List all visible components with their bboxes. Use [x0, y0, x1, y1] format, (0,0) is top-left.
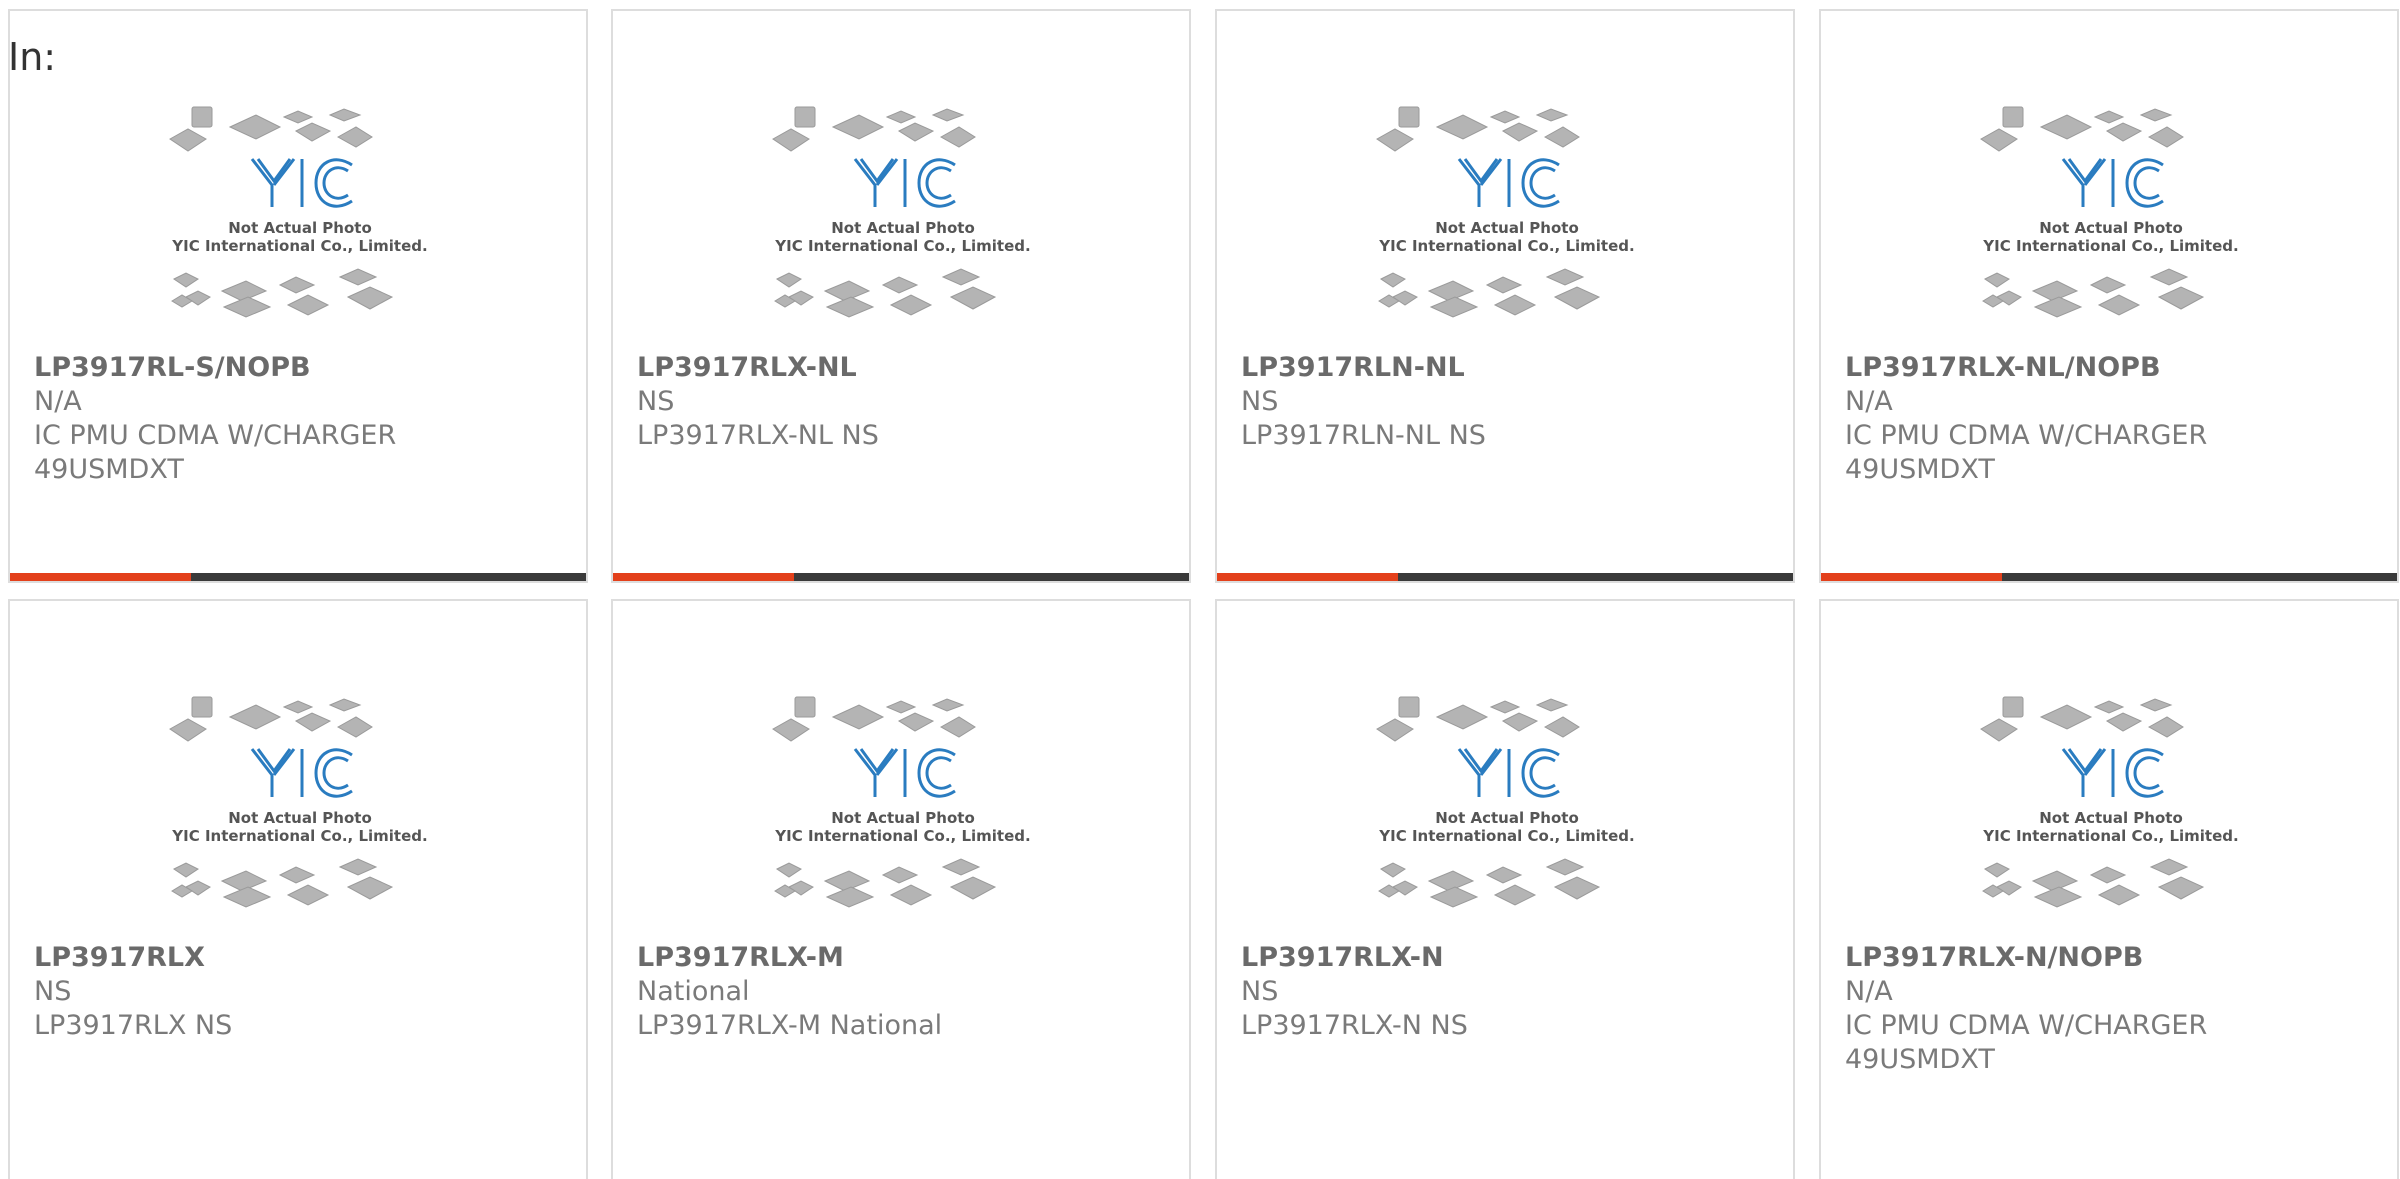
product-photo[interactable]: Not Actual Photo YIC International Co., … [162, 691, 438, 943]
product-detail-line: NS [34, 976, 72, 1007]
product-detail-line: 49USMDXT [34, 454, 184, 485]
product-detail-line: N/A [34, 386, 82, 417]
product-card[interactable]: Not Actual Photo YIC International Co., … [1215, 599, 1795, 1179]
product-card[interactable]: Not Actual Photo YIC International Co., … [611, 9, 1191, 583]
card-accent-bar [10, 573, 192, 581]
yic-logo [1457, 158, 1560, 208]
photo-caption-1: Not Actual Photo [831, 219, 975, 237]
photo-caption-1: Not Actual Photo [1435, 809, 1579, 827]
card-bottom-bar [10, 573, 586, 581]
product-grid: Not Actual Photo YIC International Co., … [0, 0, 2400, 1179]
card-accent-bar [1217, 573, 1399, 581]
yic-logo [250, 158, 353, 208]
photo-caption-2: YIC International Co., Limited. [1982, 237, 2238, 255]
part-number-link[interactable]: LP3917RL-S/NOPB [34, 351, 576, 385]
photo-caption-1: Not Actual Photo [2039, 219, 2183, 237]
product-detail-line: N/A [1845, 386, 1893, 417]
photo-caption-2: YIC International Co., Limited. [1378, 237, 1634, 255]
part-number-link[interactable]: LP3917RLX-NL [637, 351, 1179, 385]
product-detail-line: LP3917RLX-M National [637, 1010, 943, 1041]
card-accent-bar [613, 573, 795, 581]
product-detail-line: IC PMU CDMA W/CHARGER [1845, 1010, 2208, 1041]
product-detail-line: NS [1241, 976, 1279, 1007]
card-bottom-bar [613, 573, 1189, 581]
card-bottom-bar [1821, 573, 2397, 581]
photo-caption-2: YIC International Co., Limited. [774, 827, 1030, 845]
product-detail-line: 49USMDXT [1845, 1044, 1995, 1075]
product-info: LP3917RLX-M National LP3917RLX-M National [637, 941, 1179, 1043]
card-accent-bar [1821, 573, 2003, 581]
product-card[interactable]: Not Actual Photo YIC International Co., … [1819, 9, 2399, 583]
product-photo[interactable]: Not Actual Photo YIC International Co., … [1973, 691, 2249, 943]
part-number-link[interactable]: LP3917RLX-NL/NOPB [1845, 351, 2387, 385]
yic-logo [1457, 748, 1560, 798]
product-photo[interactable]: Not Actual Photo YIC International Co., … [162, 101, 438, 353]
photo-caption-2: YIC International Co., Limited. [171, 237, 427, 255]
product-card[interactable]: Not Actual Photo YIC International Co., … [611, 599, 1191, 1179]
product-info: LP3917RLX NS LP3917RLX NS [34, 941, 576, 1043]
product-detail-line: NS [637, 386, 675, 417]
photo-caption-2: YIC International Co., Limited. [774, 237, 1030, 255]
yic-logo [853, 748, 956, 798]
product-info: LP3917RLN-NL NS LP3917RLN-NL NS [1241, 351, 1783, 453]
product-card[interactable]: Not Actual Photo YIC International Co., … [1215, 9, 1795, 583]
part-number-link[interactable]: LP3917RLN-NL [1241, 351, 1783, 385]
product-detail-line: NS [1241, 386, 1279, 417]
product-detail-line: 49USMDXT [1845, 454, 1995, 485]
part-number-link[interactable]: LP3917RLX [34, 941, 576, 975]
yic-logo [2061, 748, 2164, 798]
part-number-link[interactable]: LP3917RLX-N [1241, 941, 1783, 975]
product-photo[interactable]: Not Actual Photo YIC International Co., … [1369, 691, 1645, 943]
product-detail-line: IC PMU CDMA W/CHARGER [34, 420, 397, 451]
product-photo[interactable]: Not Actual Photo YIC International Co., … [765, 691, 1041, 943]
product-detail-line: LP3917RLN-NL NS [1241, 420, 1486, 451]
card-bottom-bar [1217, 573, 1793, 581]
photo-caption-2: YIC International Co., Limited. [1378, 827, 1634, 845]
photo-caption-1: Not Actual Photo [228, 219, 372, 237]
product-detail-line: N/A [1845, 976, 1893, 1007]
product-card[interactable]: Not Actual Photo YIC International Co., … [8, 599, 588, 1179]
photo-caption-1: Not Actual Photo [831, 809, 975, 827]
product-detail-line: IC PMU CDMA W/CHARGER [1845, 420, 2208, 451]
part-number-link[interactable]: LP3917RLX-N/NOPB [1845, 941, 2387, 975]
product-photo[interactable]: Not Actual Photo YIC International Co., … [1369, 101, 1645, 353]
product-card[interactable]: Not Actual Photo YIC International Co., … [1819, 599, 2399, 1179]
in-label: In: [8, 35, 57, 79]
photo-caption-2: YIC International Co., Limited. [171, 827, 427, 845]
product-detail-line: LP3917RLX-NL NS [637, 420, 879, 451]
product-card[interactable]: Not Actual Photo YIC International Co., … [8, 9, 588, 583]
photo-caption-1: Not Actual Photo [228, 809, 372, 827]
product-info: LP3917RLX-N NS LP3917RLX-N NS [1241, 941, 1783, 1043]
yic-logo [250, 748, 353, 798]
product-detail-line: LP3917RLX NS [34, 1010, 233, 1041]
product-info: LP3917RLX-NL NS LP3917RLX-NL NS [637, 351, 1179, 453]
product-detail-line: National [637, 976, 750, 1007]
product-detail-line: LP3917RLX-N NS [1241, 1010, 1468, 1041]
part-number-link[interactable]: LP3917RLX-M [637, 941, 1179, 975]
photo-caption-1: Not Actual Photo [1435, 219, 1579, 237]
product-info: LP3917RL-S/NOPB N/A IC PMU CDMA W/CHARGER 4… [34, 351, 576, 487]
product-info: LP3917RLX-N/NOPB N/A IC PMU CDMA W/CHARGER… [1845, 941, 2387, 1077]
yic-logo [853, 158, 956, 208]
photo-caption-1: Not Actual Photo [2039, 809, 2183, 827]
yic-logo [2061, 158, 2164, 208]
product-photo[interactable]: Not Actual Photo YIC International Co., … [765, 101, 1041, 353]
product-photo[interactable]: Not Actual Photo YIC International Co., … [1973, 101, 2249, 353]
photo-caption-2: YIC International Co., Limited. [1982, 827, 2238, 845]
product-info: LP3917RLX-NL/NOPB N/A IC PMU CDMA W/CHARGE… [1845, 351, 2387, 487]
